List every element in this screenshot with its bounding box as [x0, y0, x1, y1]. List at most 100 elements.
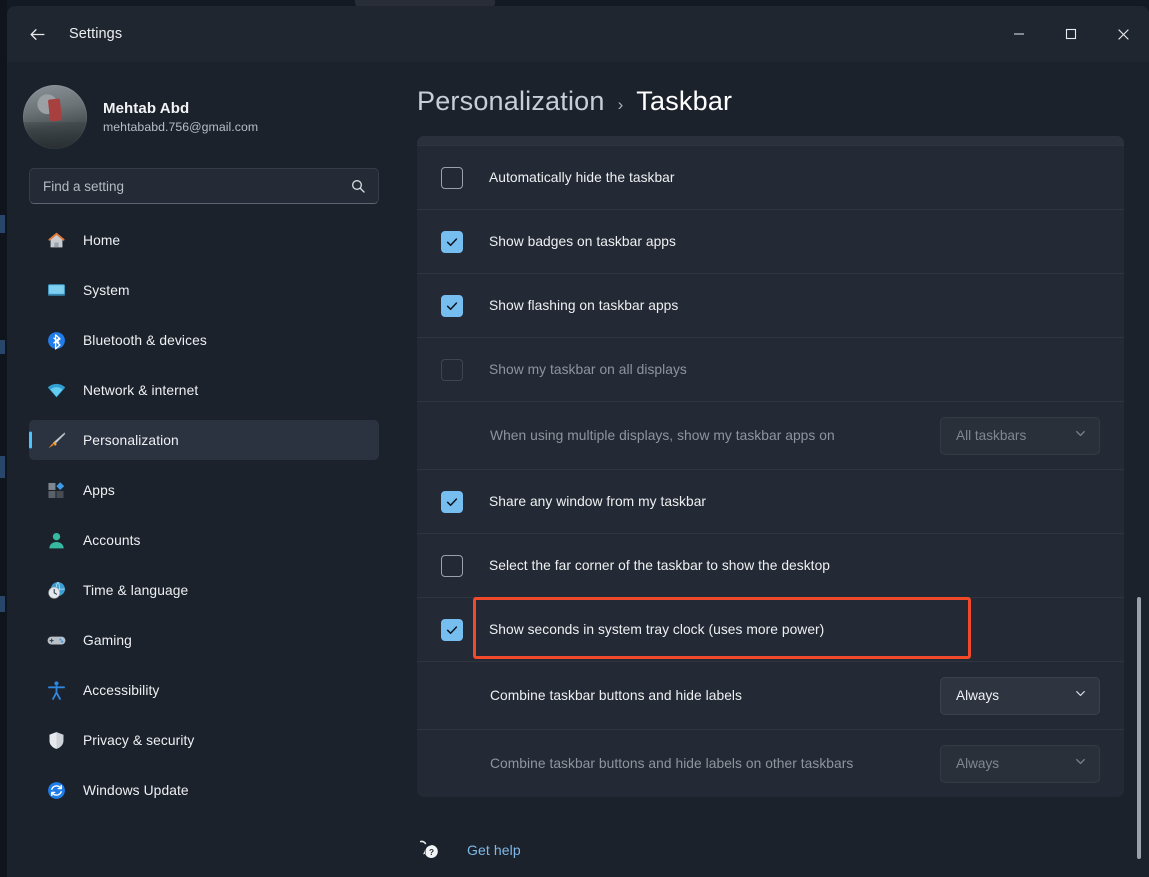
row-left: Show seconds in system tray clock (uses …	[417, 619, 1100, 641]
row-label: Select the far corner of the taskbar to …	[489, 556, 830, 576]
help-question-icon: ?	[417, 837, 443, 863]
row-left: Combine taskbar buttons and hide labels	[417, 686, 940, 706]
shield-icon	[45, 729, 67, 751]
checkbox-show-taskbar-all-displays	[441, 359, 463, 381]
paintbrush-icon	[45, 429, 67, 451]
sidebar-item-gaming[interactable]: Gaming	[29, 620, 379, 660]
sidebar-item-label: Apps	[83, 483, 115, 498]
row-label: When using multiple displays, show my ta…	[490, 426, 835, 446]
desktop-sliver	[0, 456, 5, 478]
checkbox-show-seconds-in-system-tray-clock[interactable]	[441, 619, 463, 641]
settings-scroll-area[interactable]: Automatically hide the taskbar Show badg…	[399, 136, 1149, 806]
scrollbar-thumb[interactable]	[1137, 597, 1141, 859]
gaming-icon	[45, 629, 67, 651]
back-arrow-icon	[28, 25, 47, 44]
titlebar: Settings	[7, 6, 1149, 62]
row-label: Show badges on taskbar apps	[489, 232, 676, 252]
home-icon	[45, 229, 67, 251]
sidebar-item-label: Network & internet	[83, 383, 198, 398]
time-language-icon	[45, 579, 67, 601]
avatar	[23, 85, 87, 149]
sidebar-item-network-internet[interactable]: Network & internet	[29, 370, 379, 410]
setting-row[interactable]: Show flashing on taskbar apps	[417, 273, 1124, 337]
dropdown-combine-taskbar-buttons[interactable]: Always	[940, 677, 1100, 715]
minimize-button[interactable]	[993, 6, 1045, 62]
scrolled-partial-row	[417, 136, 1124, 145]
sidebar-item-label: System	[83, 283, 130, 298]
row-label: Automatically hide the taskbar	[489, 168, 675, 188]
row-left: When using multiple displays, show my ta…	[417, 426, 940, 446]
search-wrap	[7, 158, 399, 204]
breadcrumb-parent[interactable]: Personalization	[417, 86, 605, 117]
sidebar-item-privacy-security[interactable]: Privacy & security	[29, 720, 379, 760]
setting-row[interactable]: Combine taskbar buttons and hide labels …	[417, 661, 1124, 729]
sidebar-item-label: Accessibility	[83, 683, 159, 698]
breadcrumb: Personalization › Taskbar	[399, 62, 1149, 117]
bluetooth-icon	[45, 329, 67, 351]
row-label: Show flashing on taskbar apps	[489, 296, 678, 316]
search-input[interactable]	[30, 179, 378, 194]
maximize-button[interactable]	[1045, 6, 1097, 62]
sidebar-item-windows-update[interactable]: Windows Update	[29, 770, 379, 810]
checkbox-select-far-corner[interactable]	[441, 555, 463, 577]
search-box[interactable]	[29, 168, 379, 204]
dropdown-combine-taskbar-buttons-other: Always	[940, 745, 1100, 783]
setting-row[interactable]: Select the far corner of the taskbar to …	[417, 533, 1124, 597]
get-help-row[interactable]: ? Get help	[399, 837, 1149, 863]
checkbox-share-any-window[interactable]	[441, 491, 463, 513]
setting-row[interactable]: Show badges on taskbar apps	[417, 209, 1124, 273]
chevron-down-icon	[1074, 755, 1087, 773]
sidebar-item-label: Privacy & security	[83, 733, 194, 748]
sidebar-item-label: Bluetooth & devices	[83, 333, 207, 348]
setting-row[interactable]: Automatically hide the taskbar	[417, 145, 1124, 209]
row-left: Select the far corner of the taskbar to …	[417, 555, 1100, 577]
sidebar-item-home[interactable]: Home	[29, 220, 379, 260]
row-left: Combine taskbar buttons and hide labels …	[417, 754, 940, 774]
network-icon	[45, 379, 67, 401]
setting-row-show-seconds[interactable]: Show seconds in system tray clock (uses …	[417, 597, 1124, 661]
account-text: Mehtab Abd mehtababd.756@gmail.com	[103, 100, 258, 134]
sidebar-item-label: Accounts	[83, 533, 141, 548]
sidebar-item-label: Time & language	[83, 583, 188, 598]
row-left: Share any window from my taskbar	[417, 491, 1100, 513]
close-icon	[1117, 28, 1130, 41]
sidebar-item-accounts[interactable]: Accounts	[29, 520, 379, 560]
window-controls	[993, 6, 1149, 62]
content-area: Personalization › Taskbar Automatically …	[399, 62, 1149, 877]
account-email: mehtababd.756@gmail.com	[103, 120, 258, 134]
back-button[interactable]	[19, 18, 55, 50]
sidebar: Mehtab Abd mehtababd.756@gmail.com	[7, 62, 399, 877]
chevron-down-icon	[1074, 427, 1087, 445]
get-help-link[interactable]: Get help	[467, 842, 521, 858]
setting-row: Show my taskbar on all displays	[417, 337, 1124, 401]
checkbox-show-badges[interactable]	[441, 231, 463, 253]
sidebar-item-personalization[interactable]: Personalization	[29, 420, 379, 460]
maximize-icon	[1065, 28, 1077, 40]
close-button[interactable]	[1097, 6, 1149, 62]
dropdown-multiple-displays-taskbar-apps: All taskbars	[940, 417, 1100, 455]
scrollbar-track[interactable]	[1132, 122, 1146, 877]
setting-row: Combine taskbar buttons and hide labels …	[417, 729, 1124, 797]
accounts-icon	[45, 529, 67, 551]
checkbox-automatically-hide-taskbar[interactable]	[441, 167, 463, 189]
row-left: Show badges on taskbar apps	[417, 231, 1100, 253]
desktop-sliver	[0, 215, 5, 233]
setting-row[interactable]: Share any window from my taskbar	[417, 469, 1124, 533]
row-label: Show seconds in system tray clock (uses …	[489, 620, 824, 640]
page-title: Taskbar	[636, 86, 732, 117]
sidebar-item-accessibility[interactable]: Accessibility	[29, 670, 379, 710]
system-icon	[45, 279, 67, 301]
account-block[interactable]: Mehtab Abd mehtababd.756@gmail.com	[7, 62, 399, 158]
dropdown-value: Always	[956, 756, 999, 771]
checkbox-show-flashing[interactable]	[441, 295, 463, 317]
search-icon[interactable]	[350, 178, 366, 194]
accessibility-icon	[45, 679, 67, 701]
sidebar-item-apps[interactable]: Apps	[29, 470, 379, 510]
desktop-sliver	[0, 596, 5, 612]
sidebar-item-bluetooth-devices[interactable]: Bluetooth & devices	[29, 320, 379, 360]
dropdown-value: All taskbars	[956, 428, 1026, 443]
row-label: Combine taskbar buttons and hide labels …	[490, 754, 853, 774]
sidebar-item-system[interactable]: System	[29, 270, 379, 310]
windows-update-icon	[45, 779, 67, 801]
sidebar-item-time-language[interactable]: Time & language	[29, 570, 379, 610]
